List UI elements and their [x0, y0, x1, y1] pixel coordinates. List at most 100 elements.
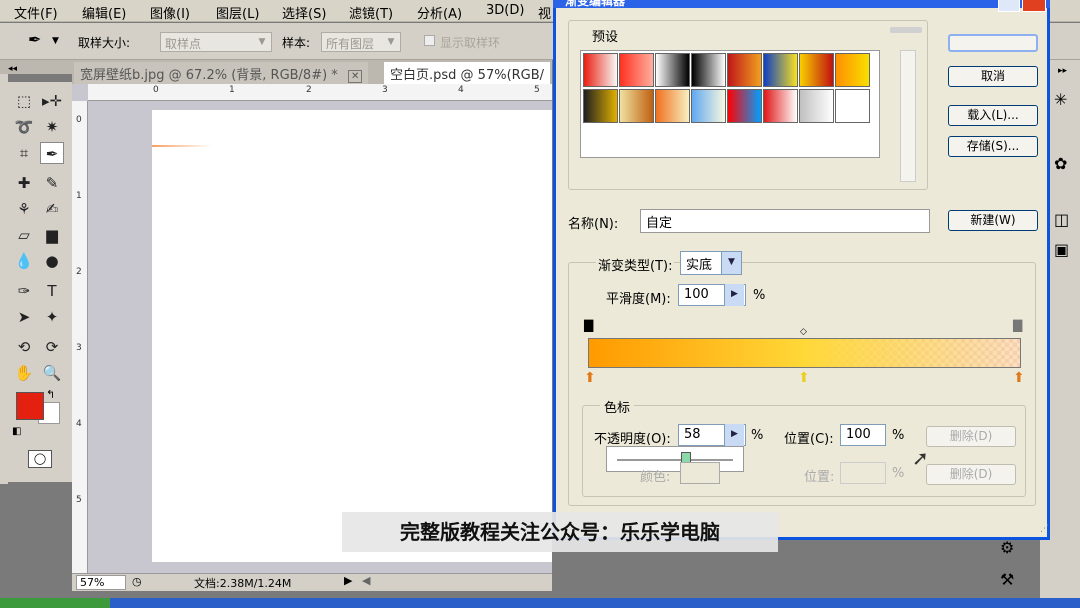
- eraser-tool-icon[interactable]: ▱: [12, 224, 36, 246]
- eyedropper-icon[interactable]: ✒: [28, 30, 41, 49]
- gradient-preset-swatch[interactable]: [835, 89, 870, 123]
- menu-view[interactable]: 视: [538, 3, 551, 22]
- default-colors-icon[interactable]: ◧: [12, 426, 21, 437]
- status-menu-arrow-icon[interactable]: ▶: [344, 574, 352, 587]
- name-field[interactable]: 自定: [640, 209, 930, 233]
- foreground-color-swatch[interactable]: [16, 392, 44, 420]
- opacity-arrow-icon[interactable]: ▶: [724, 424, 744, 446]
- blur-tool-icon[interactable]: 💧: [12, 250, 36, 272]
- menu-layer[interactable]: 图层(L): [216, 3, 259, 22]
- 3d-rotate-icon[interactable]: ⟲: [12, 336, 36, 358]
- gradient-preset-swatch[interactable]: [619, 89, 654, 123]
- quick-mask-icon[interactable]: ◯: [28, 450, 52, 468]
- gradient-preset-swatch[interactable]: [691, 89, 726, 123]
- ok-button[interactable]: [948, 34, 1038, 52]
- close-button[interactable]: [1022, 0, 1046, 12]
- canvas[interactable]: [152, 110, 552, 562]
- gradient-preset-swatch[interactable]: [763, 89, 798, 123]
- 3d-orbit-icon[interactable]: ⟳: [40, 336, 64, 358]
- dock-panel-icon[interactable]: ✿: [1054, 154, 1067, 173]
- 3d-icon[interactable]: ⚒: [1000, 570, 1014, 589]
- close-icon[interactable]: ✕: [347, 70, 363, 83]
- sample-size-select[interactable]: 取样点 ▼: [160, 32, 272, 52]
- color-stop-left-icon[interactable]: ⬆: [584, 370, 596, 386]
- type-tool-icon[interactable]: T: [40, 280, 64, 302]
- marquee-tool-icon[interactable]: ⬚: [12, 90, 36, 112]
- healing-brush-icon[interactable]: ✚: [12, 172, 36, 194]
- menu-3d[interactable]: 3D(D): [486, 3, 524, 18]
- gradient-preset-swatch[interactable]: [619, 53, 654, 87]
- color-position-field[interactable]: [840, 462, 886, 484]
- dock-panel-icon[interactable]: ▣: [1054, 240, 1069, 259]
- tab-blank-page[interactable]: 空白页.psd @ 57%(RGB/: [384, 62, 551, 84]
- gradient-preset-swatch[interactable]: [691, 53, 726, 87]
- tab-wallpaper[interactable]: 宽屏壁纸b.jpg @ 67.2% (背景, RGB/8#) * ✕: [74, 62, 369, 84]
- gradient-bar[interactable]: [588, 338, 1021, 368]
- dock-panel-icon[interactable]: ✳: [1054, 90, 1067, 109]
- color-stop-right-icon[interactable]: ⬆: [1013, 370, 1025, 386]
- sample-select[interactable]: 所有图层 ▼: [321, 32, 401, 52]
- gradient-preset-swatch[interactable]: [583, 53, 618, 87]
- save-button[interactable]: 存储(S)...: [948, 136, 1038, 157]
- gradient-preset-swatch[interactable]: [583, 89, 618, 123]
- presets-scrollbar[interactable]: [900, 50, 916, 182]
- presets-menu-icon[interactable]: [890, 27, 922, 33]
- crop-tool-icon[interactable]: ⌗: [12, 142, 36, 164]
- menu-file[interactable]: 文件(F): [14, 3, 58, 22]
- dock-panel-icon[interactable]: ◫: [1054, 210, 1069, 229]
- dock-collapse-icon[interactable]: ▸▸: [1058, 66, 1067, 76]
- lasso-tool-icon[interactable]: ➰: [12, 116, 36, 138]
- delete-color-stop-button[interactable]: 删除(D): [926, 464, 1016, 485]
- color-stop-mid-icon[interactable]: ⬆: [798, 370, 810, 386]
- custom-shape-icon[interactable]: ✦: [40, 306, 64, 328]
- clock-icon: ◷: [132, 575, 142, 588]
- show-ring-checkbox[interactable]: [424, 35, 435, 46]
- magic-wand-icon[interactable]: ✷: [40, 116, 64, 138]
- tool-preset-chevron-icon[interactable]: ▼: [52, 36, 59, 46]
- menu-edit[interactable]: 编辑(E): [82, 3, 126, 22]
- clone-stamp-icon[interactable]: ⚘: [12, 198, 36, 220]
- color-label: 颜色:: [640, 470, 671, 485]
- gradient-tool-icon[interactable]: ▆: [40, 224, 64, 246]
- gradient-preset-swatch[interactable]: [655, 89, 690, 123]
- menu-select[interactable]: 选择(S): [282, 3, 326, 22]
- smoothness-arrow-icon[interactable]: ▶: [724, 284, 744, 306]
- hand-tool-icon[interactable]: ✋: [12, 362, 36, 384]
- gradient-preset-swatch[interactable]: [799, 89, 834, 123]
- gradient-preset-swatch[interactable]: [727, 53, 762, 87]
- eyedropper-tool-icon[interactable]: ✒: [40, 142, 64, 164]
- zoom-tool-icon[interactable]: 🔍: [40, 362, 64, 384]
- opacity-stop-left-icon[interactable]: ▇: [584, 318, 593, 332]
- gradient-preset-swatch[interactable]: [763, 53, 798, 87]
- pen-tool-icon[interactable]: ✑: [12, 280, 36, 302]
- scroll-left-icon[interactable]: ◀: [362, 574, 370, 587]
- menu-image[interactable]: 图像(I): [150, 3, 190, 22]
- gradient-preset-swatch[interactable]: [727, 89, 762, 123]
- help-button[interactable]: [998, 0, 1020, 12]
- new-button[interactable]: 新建(W): [948, 210, 1038, 231]
- position-field[interactable]: 100: [840, 424, 886, 446]
- move-tool-icon[interactable]: ▸✛: [40, 90, 64, 112]
- midpoint-diamond-icon[interactable]: ◇: [800, 327, 807, 337]
- menu-analysis[interactable]: 分析(A): [417, 3, 462, 22]
- resize-grip-icon[interactable]: ⋰: [1040, 524, 1049, 534]
- load-button[interactable]: 载入(L)...: [948, 105, 1038, 126]
- gradient-preset-swatch[interactable]: [655, 53, 690, 87]
- position2-percent: %: [892, 466, 905, 481]
- 3d-icon[interactable]: ⚙: [1000, 538, 1014, 557]
- opacity-stop-right-icon[interactable]: ▇: [1013, 318, 1022, 332]
- swap-colors-icon[interactable]: ↰: [46, 388, 55, 401]
- history-brush-icon[interactable]: ✍: [40, 198, 64, 220]
- cancel-button[interactable]: 取消: [948, 66, 1038, 87]
- stop-color-swatch[interactable]: [680, 462, 720, 484]
- brush-tool-icon[interactable]: ✎: [40, 172, 64, 194]
- menu-filter[interactable]: 滤镜(T): [349, 3, 393, 22]
- dodge-tool-icon[interactable]: ●: [40, 250, 64, 272]
- delete-opacity-stop-button[interactable]: 删除(D): [926, 426, 1016, 447]
- start-button[interactable]: [0, 598, 110, 608]
- zoom-field[interactable]: 57%: [76, 575, 126, 590]
- gradient-preset-swatch[interactable]: [799, 53, 834, 87]
- path-select-icon[interactable]: ➤: [12, 306, 36, 328]
- chevron-down-icon[interactable]: ▼: [721, 252, 741, 274]
- gradient-preset-swatch[interactable]: [835, 53, 870, 87]
